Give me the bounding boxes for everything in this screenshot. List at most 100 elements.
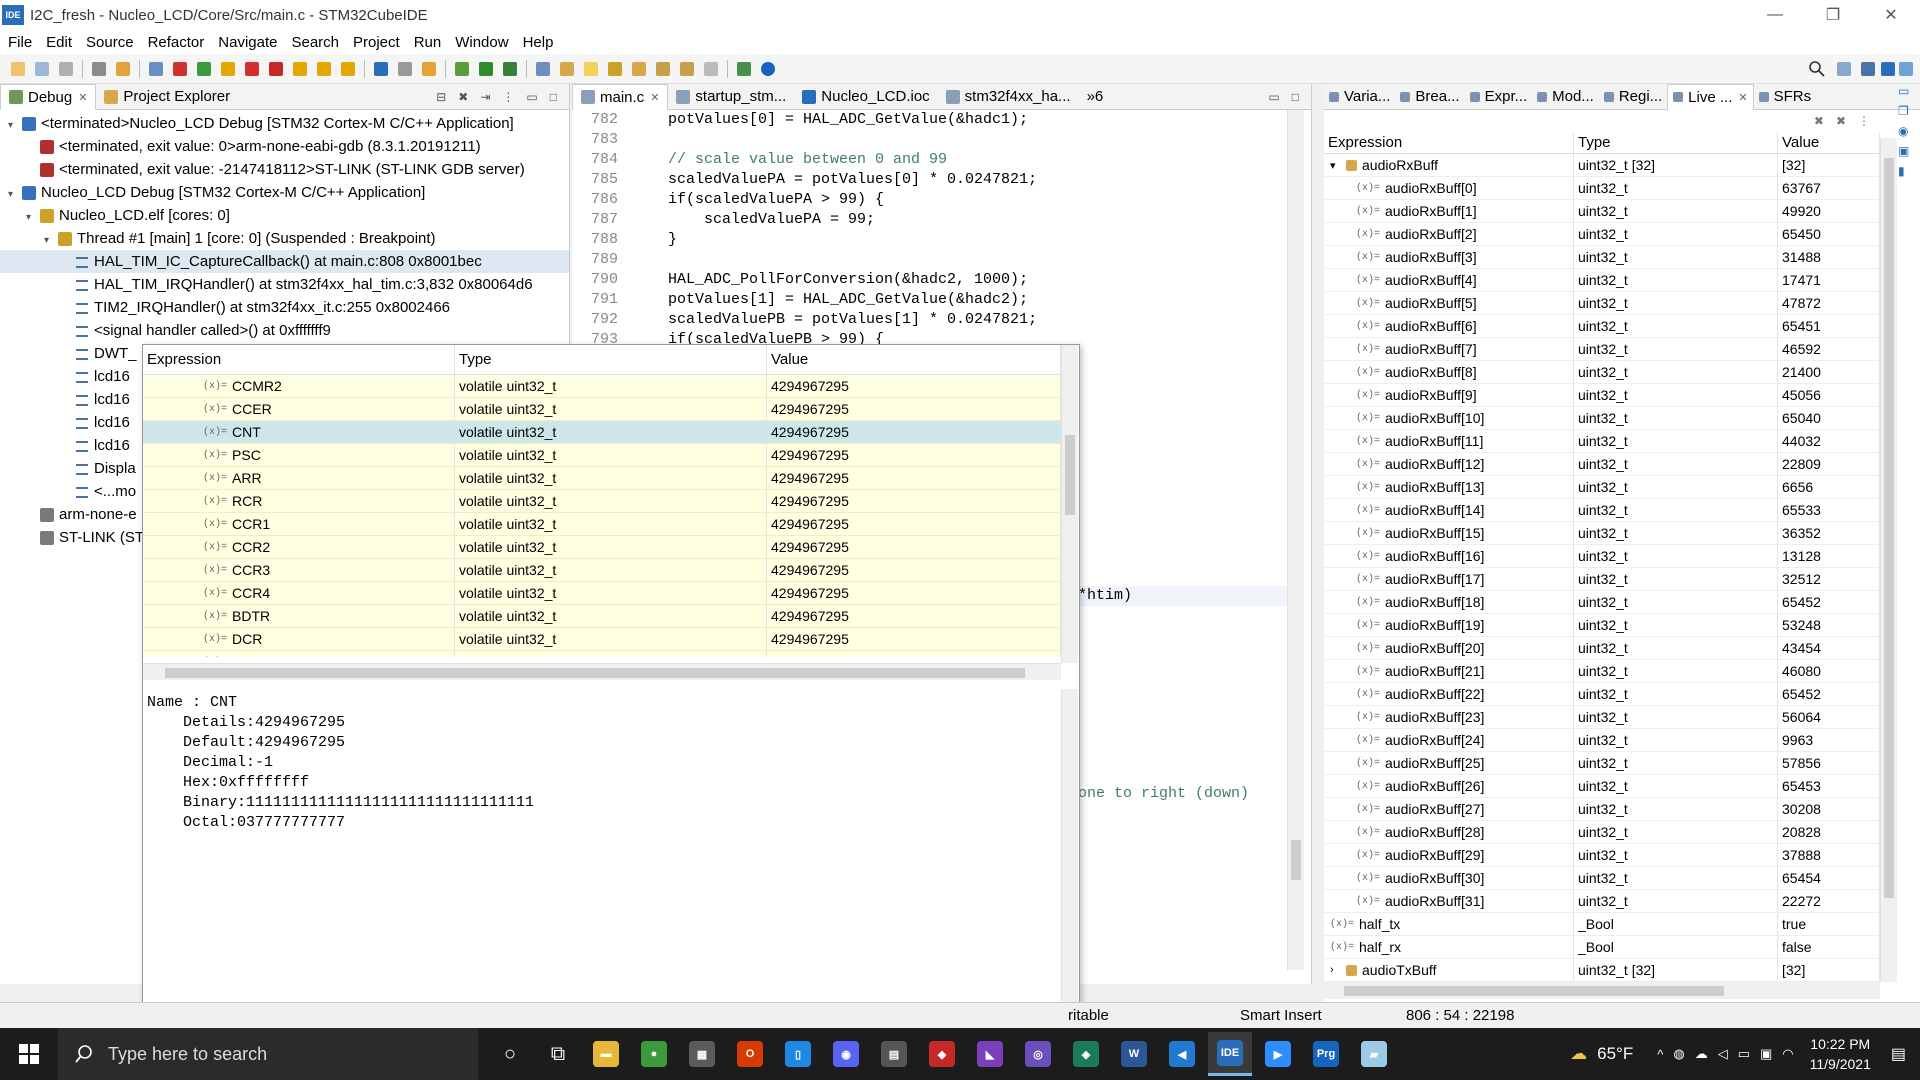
live-expression-row[interactable]: (x)= audioRxBuff[9] uint32_t 45056: [1324, 384, 1880, 407]
live-expression-row[interactable]: (x)= audioRxBuff[16] uint32_t 13128: [1324, 545, 1880, 568]
highlight-icon[interactable]: [584, 61, 598, 76]
popup-header-type[interactable]: Type: [455, 345, 767, 374]
search-tool-icon[interactable]: [560, 61, 574, 76]
live-expression-row[interactable]: (x)= audioRxBuff[3] uint32_t 31488: [1324, 246, 1880, 269]
forward-icon[interactable]: [680, 61, 694, 76]
tab-registers[interactable]: Regi...: [1599, 84, 1667, 110]
run-icon[interactable]: [479, 61, 493, 76]
live-expression-row[interactable]: (x)= audioRxBuff[31] uint32_t 22272: [1324, 890, 1880, 913]
popup-register-row[interactable]: (x)= CCR2 volatile uint32_t 4294967295: [143, 536, 1061, 559]
debug-tree-item[interactable]: ▾ Thread #1 [main] 1 [core: 0] (Suspended…: [0, 227, 569, 250]
menu-source[interactable]: Source: [86, 34, 134, 51]
popup-register-row[interactable]: (x)= CCER volatile uint32_t 4294967295: [143, 398, 1061, 421]
live-expression-row[interactable]: (x)= audioRxBuff[1] uint32_t 49920: [1324, 200, 1880, 223]
expand-toggle-icon[interactable]: ›: [1330, 964, 1342, 976]
build-icon[interactable]: [92, 61, 106, 76]
live-expression-row[interactable]: (x)= audioRxBuff[2] uint32_t 65450: [1324, 223, 1880, 246]
debug-tree-item[interactable]: <signal handler called>() at 0xfffffff9: [0, 319, 569, 342]
notification-icon[interactable]: ▤: [1891, 1044, 1906, 1064]
menu-window[interactable]: Window: [455, 34, 508, 51]
task-view-taskbar-button[interactable]: ⧉: [536, 1032, 580, 1076]
live-expression-row[interactable]: (x)= audioRxBuff[4] uint32_t 17471: [1324, 269, 1880, 292]
calculator-taskbar-button[interactable]: ▤: [872, 1032, 916, 1076]
debug-perspective-icon[interactable]: [1899, 62, 1913, 76]
debug-tree-item[interactable]: ▾ Nucleo_LCD Debug [STM32 Cortex-M C/C++ …: [0, 181, 569, 204]
live-expression-row[interactable]: (x)= audioRxBuff[7] uint32_t 46592: [1324, 338, 1880, 361]
popup-register-row[interactable]: (x)= CCMR2 volatile uint32_t 4294967295: [143, 375, 1061, 398]
side-view-icon-1[interactable]: ◉: [1898, 124, 1918, 138]
zoom-taskbar-button[interactable]: ▶: [1256, 1032, 1300, 1076]
live-expression-row[interactable]: (x)= audioRxBuff[21] uint32_t 46080: [1324, 660, 1880, 683]
remove-breakpoint-icon[interactable]: [173, 61, 187, 76]
side-view-icon-2[interactable]: ▣: [1898, 144, 1918, 158]
side-minimize-icon[interactable]: ▭: [1898, 84, 1918, 98]
external-tools-icon[interactable]: [422, 61, 436, 76]
instruction-step-icon[interactable]: [374, 61, 388, 76]
tab-breakpoints[interactable]: Brea...: [1395, 84, 1464, 110]
close-icon[interactable]: ✕: [78, 91, 87, 104]
taskbar-search-box[interactable]: Type here to search: [58, 1028, 478, 1080]
popup-register-row[interactable]: (x)= BDTR volatile uint32_t 4294967295: [143, 605, 1061, 628]
clock[interactable]: 10:22 PM 11/9/2021: [1810, 1034, 1871, 1074]
menu-navigate[interactable]: Navigate: [218, 34, 277, 51]
popup-register-row[interactable]: (x)= CNT volatile uint32_t 4294967295: [143, 421, 1061, 444]
onedrive-icon[interactable]: ☁: [1695, 1046, 1708, 1062]
menu-project[interactable]: Project: [353, 34, 400, 51]
step-return-icon[interactable]: [341, 61, 355, 76]
live-header-value[interactable]: Value: [1778, 132, 1880, 153]
weather-temp[interactable]: 65°F: [1597, 1044, 1633, 1064]
side-view-icon-3[interactable]: ▮: [1898, 164, 1918, 178]
live-expression-row[interactable]: (x)= audioRxBuff[10] uint32_t 65040: [1324, 407, 1880, 430]
skip-breakpoints-icon[interactable]: [149, 61, 163, 76]
restart-icon[interactable]: [398, 61, 412, 76]
maximize-button[interactable]: ❐: [1804, 0, 1862, 30]
editor-tab[interactable]: Nucleo_LCD.ioc: [794, 84, 937, 110]
editor-maximize-icon[interactable]: □: [1292, 90, 1299, 104]
tab-sfrs[interactable]: SFRs: [1754, 84, 1817, 110]
live-expression-row[interactable]: (x)= audioRxBuff[23] uint32_t 56064: [1324, 706, 1880, 729]
live-expression-row[interactable]: (x)= audioRxBuff[30] uint32_t 65454: [1324, 867, 1880, 890]
tab-debug[interactable]: Debug ✕: [0, 83, 97, 110]
maximize-view-icon[interactable]: □: [550, 90, 557, 104]
live-expression-row[interactable]: (x)= audioRxBuff[20] uint32_t 43454: [1324, 637, 1880, 660]
editor-tab[interactable]: main.c ✕: [572, 83, 669, 110]
popup-header-expression[interactable]: Expression: [143, 345, 455, 374]
live-expression-row[interactable]: (x)= audioRxBuff[26] uint32_t 65453: [1324, 775, 1880, 798]
live-expression-row[interactable]: (x)= audioRxBuff[25] uint32_t 57856: [1324, 752, 1880, 775]
prg-taskbar-button[interactable]: Prg: [1304, 1032, 1348, 1076]
tray-chevron-icon[interactable]: ^: [1657, 1047, 1663, 1062]
expand-toggle-icon[interactable]: ▾: [44, 229, 58, 252]
popup-register-row[interactable]: (x)= PSC volatile uint32_t 4294967295: [143, 444, 1061, 467]
popup-register-row[interactable]: (x)= RCR volatile uint32_t 4294967295: [143, 490, 1061, 513]
live-expression-row[interactable]: (x)= audioRxBuff[24] uint32_t 9963: [1324, 729, 1880, 752]
expand-toggle-icon[interactable]: ▾: [8, 183, 22, 206]
expand-toggle-icon[interactable]: ▾: [1330, 159, 1342, 172]
disconnect-icon[interactable]: [269, 61, 283, 76]
live-expression-row[interactable]: (x)= audioRxBuff[28] uint32_t 20828: [1324, 821, 1880, 844]
live-header-expression[interactable]: Expression: [1324, 132, 1574, 153]
next-annotation-icon[interactable]: [632, 61, 646, 76]
editor-tab[interactable]: startup_stm...: [668, 84, 794, 110]
office-taskbar-button[interactable]: O: [728, 1032, 772, 1076]
save-icon[interactable]: [35, 61, 49, 76]
popup-register-row[interactable]: (x)= CCR4 volatile uint32_t 4294967295: [143, 582, 1061, 605]
annotation-icon[interactable]: [608, 61, 622, 76]
live-expression-row[interactable]: (x)= audioRxBuff[18] uint32_t 65452: [1324, 591, 1880, 614]
popup-register-row[interactable]: (x)= CCR1 volatile uint32_t 4294967295: [143, 513, 1061, 536]
menu-file[interactable]: File: [8, 34, 32, 51]
back-icon[interactable]: [656, 61, 670, 76]
cube-taskbar-button[interactable]: ◆: [920, 1032, 964, 1076]
live-horizontal-scrollbar[interactable]: [1324, 982, 1880, 999]
menu-refactor[interactable]: Refactor: [148, 34, 205, 51]
refresh-icon[interactable]: [116, 61, 130, 76]
live-expression-row[interactable]: (x)= half_rx _Bool false: [1324, 936, 1880, 959]
step-mode-icon[interactable]: ⇥: [480, 90, 490, 104]
editor-tab[interactable]: »6: [1079, 84, 1112, 110]
live-expression-row[interactable]: (x)= audioRxBuff[15] uint32_t 36352: [1324, 522, 1880, 545]
live-expression-row[interactable]: (x)= audioRxBuff[17] uint32_t 32512: [1324, 568, 1880, 591]
editor-tab[interactable]: stm32f4xx_ha...: [938, 84, 1079, 110]
menu-search[interactable]: Search: [291, 34, 339, 51]
popup-vertical-scrollbar[interactable]: [1061, 345, 1078, 663]
open-type-icon[interactable]: [536, 61, 550, 76]
phone-taskbar-button[interactable]: ▯: [776, 1032, 820, 1076]
